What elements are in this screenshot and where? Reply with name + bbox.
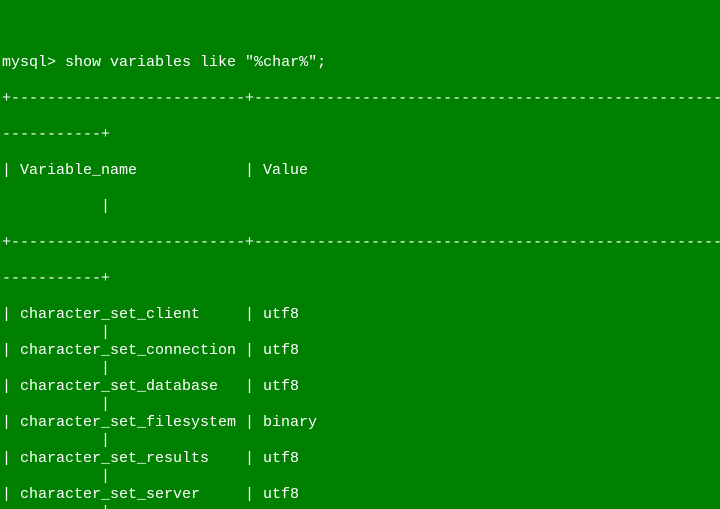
divider-top-wrap: -----------+ (2, 126, 718, 144)
table-row-wrap: | (2, 504, 718, 509)
header-row-wrap: | (2, 198, 718, 216)
sql-command: show variables like "%char%"; (65, 54, 326, 71)
mysql-prompt: mysql> (2, 54, 56, 71)
prompt-line: mysql> show variables like "%char%"; (2, 54, 718, 72)
table-row-wrap: | (2, 360, 718, 378)
table-row: | character_set_filesystem | binary (2, 414, 718, 432)
table-row: | character_set_connection | utf8 (2, 342, 718, 360)
table-row: | character_set_server | utf8 (2, 486, 718, 504)
table-row: | character_set_client | utf8 (2, 306, 718, 324)
table-row: | character_set_results | utf8 (2, 450, 718, 468)
table-row-wrap: | (2, 468, 718, 486)
header-row: | Variable_name | Value (2, 162, 718, 180)
table-row-wrap: | (2, 432, 718, 450)
divider-mid-wrap: -----------+ (2, 270, 718, 288)
divider-mid: +--------------------------+------------… (2, 234, 718, 252)
table-row-wrap: | (2, 396, 718, 414)
table-row: | character_set_database | utf8 (2, 378, 718, 396)
divider-top: +--------------------------+------------… (2, 90, 718, 108)
table-row-wrap: | (2, 324, 718, 342)
